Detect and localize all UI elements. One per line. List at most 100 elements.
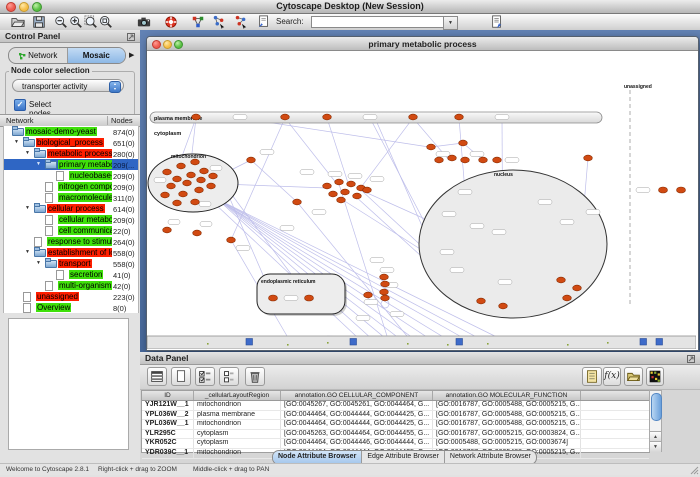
- create-network-icon[interactable]: [212, 15, 226, 29]
- tree-expand-icon[interactable]: ▼: [25, 249, 30, 255]
- col-go-cellular-component[interactable]: annotation.GO CELLULAR_COMPONENT: [281, 391, 433, 400]
- tree-row[interactable]: nitrogen compo209(0): [4, 181, 138, 192]
- tree-row[interactable]: secretion41(0): [4, 269, 138, 280]
- table-cell[interactable]: [581, 430, 649, 439]
- table-cell[interactable]: mitochondrion: [194, 401, 281, 410]
- tree-row[interactable]: ▼transport558(0): [4, 258, 138, 269]
- table-row[interactable]: YJR121W__1mitochondrion[GO:0045267, GO:0…: [142, 401, 649, 411]
- vizmapper-icon[interactable]: [191, 15, 205, 29]
- table-cell[interactable]: YPL036W__2: [142, 411, 194, 420]
- snapshot-icon[interactable]: [137, 15, 151, 29]
- table-cell[interactable]: YDR039C__1: [142, 449, 194, 458]
- tree-row[interactable]: unassigned223(0): [4, 291, 138, 302]
- table-cell[interactable]: YPL036W__1: [142, 420, 194, 429]
- table-cell[interactable]: [581, 411, 649, 420]
- zoom-selected-icon[interactable]: [84, 15, 98, 29]
- tree-row[interactable]: cellular metabo209(0): [4, 214, 138, 225]
- select-attributes-icon[interactable]: [195, 367, 215, 386]
- table-cell[interactable]: [GO:0045267, GO:0045261, GO:0044464, G..…: [281, 401, 433, 410]
- import-file-icon[interactable]: [490, 15, 504, 29]
- table-cell[interactable]: YLR295C: [142, 430, 194, 439]
- zoom-window-icon[interactable]: [32, 2, 42, 12]
- open-file-icon[interactable]: [11, 15, 25, 29]
- birds-eye-view[interactable]: [8, 318, 129, 450]
- attribute-table-icon[interactable]: [147, 367, 167, 386]
- table-cell[interactable]: plasma membrane: [194, 411, 281, 420]
- network-canvas[interactable]: plasma membrane cytoplasm mitochondrion …: [147, 52, 696, 349]
- table-cell[interactable]: cytoplasm: [194, 439, 281, 448]
- tree-row[interactable]: ▼cellular process614(0): [4, 203, 138, 214]
- close-window-icon[interactable]: [6, 2, 16, 12]
- tree-row[interactable]: ▼metabolic process280(0): [4, 148, 138, 159]
- tree-row[interactable]: mosaic-demo-yeast874(0): [4, 126, 138, 137]
- tree-expand-icon[interactable]: ▼: [25, 150, 30, 156]
- tree-header-divider[interactable]: [107, 116, 108, 125]
- unselect-attributes-icon[interactable]: [219, 367, 239, 386]
- tree-row[interactable]: ▼biological_process651(0): [4, 137, 138, 148]
- function-builder-icon[interactable]: f(x): [603, 367, 621, 386]
- minimize-window-icon[interactable]: [19, 2, 29, 12]
- tree-row[interactable]: ▼primary metabo209(...: [4, 159, 138, 170]
- network-window-titlebar[interactable]: primary metabolic process: [147, 37, 698, 51]
- node-color-dropdown[interactable]: transporter activity ▲▼: [12, 79, 124, 92]
- col-cellular-layout-region[interactable]: _cellularLayoutRegion: [194, 391, 281, 400]
- new-attribute-icon[interactable]: [171, 367, 191, 386]
- zoom-in-icon[interactable]: [69, 15, 83, 29]
- float-data-panel-icon[interactable]: [687, 355, 695, 363]
- tree-expand-icon[interactable]: ▼: [36, 161, 41, 167]
- network-window[interactable]: primary metabolic process: [146, 36, 699, 351]
- table-cell[interactable]: [GO:0016787, GO:0005488, GO:0005215, G..…: [433, 401, 581, 410]
- table-cell[interactable]: YJR121W__1: [142, 401, 194, 410]
- import-network-icon[interactable]: [234, 15, 248, 29]
- attribute-editor-icon[interactable]: [582, 367, 602, 386]
- table-row[interactable]: YLR295Ccytoplasm[GO:0045263, GO:0044464,…: [142, 430, 649, 440]
- tree-row[interactable]: response to stimulu264(0): [4, 236, 138, 247]
- matrix-icon[interactable]: [646, 367, 664, 386]
- scroll-down-icon[interactable]: ▼: [650, 441, 661, 452]
- frame-zoom-icon[interactable]: [174, 40, 183, 49]
- search-dropdown-icon[interactable]: ▼: [443, 16, 458, 30]
- scrollbar-thumb[interactable]: [651, 393, 662, 421]
- tree-expand-icon[interactable]: ▼: [14, 139, 19, 145]
- table-row[interactable]: YPL036W__1mitochondrion[GO:0044464, GO:0…: [142, 420, 649, 430]
- table-cell[interactable]: [581, 439, 649, 448]
- tab-network[interactable]: Network: [9, 48, 68, 63]
- save-icon[interactable]: [32, 15, 46, 29]
- table-cell[interactable]: mitochondrion: [194, 420, 281, 429]
- table-cell[interactable]: [GO:0016787, GO:0005488, GO:0005215, G..…: [433, 420, 581, 429]
- table-cell[interactable]: [GO:0005488, GO:0005215, GO:0003674]: [433, 439, 581, 448]
- col-id[interactable]: ID: [142, 391, 194, 400]
- table-cell[interactable]: YKR052C: [142, 439, 194, 448]
- tree-expand-icon[interactable]: ▼: [25, 205, 30, 211]
- table-cell[interactable]: cytoplasm: [194, 430, 281, 439]
- table-cell[interactable]: [GO:0044464, GO:0044444, GO:0044425, G..…: [281, 411, 433, 420]
- tree-row[interactable]: cell communicat22(0): [4, 225, 138, 236]
- table-cell[interactable]: [581, 401, 649, 410]
- delete-attribute-icon[interactable]: [245, 367, 265, 386]
- help-ring-icon[interactable]: [164, 15, 178, 29]
- data-table-scrollbar[interactable]: ▲ ▼: [649, 390, 662, 452]
- table-cell[interactable]: [581, 449, 649, 458]
- tree-row[interactable]: macromolecule311(0): [4, 192, 138, 203]
- tree-row[interactable]: nucleobase-209(0): [4, 170, 138, 181]
- tree-expand-icon[interactable]: ▼: [36, 260, 41, 266]
- frame-minimize-icon[interactable]: [163, 40, 172, 49]
- table-row[interactable]: YPL036W__2plasma membrane[GO:0044464, GO…: [142, 411, 649, 421]
- frame-close-icon[interactable]: [152, 40, 161, 49]
- tree-row[interactable]: Overview8(0): [4, 302, 138, 313]
- search-input[interactable]: [311, 16, 445, 28]
- tab-mosaic[interactable]: Mosaic: [68, 48, 126, 63]
- col-go-molecular-function[interactable]: annotation.GO MOLECULAR_FUNCTION: [433, 391, 581, 400]
- table-cell[interactable]: [GO:0044464, GO:0044446, GO:0044444, G..…: [281, 439, 433, 448]
- table-cell[interactable]: [GO:0045263, GO:0044464, GO:0044455, G..…: [281, 430, 433, 439]
- annotation-icon[interactable]: [257, 15, 271, 29]
- table-cell[interactable]: mitochondrion: [194, 449, 281, 458]
- tab-overflow-icon[interactable]: ▶: [129, 51, 134, 59]
- table-cell[interactable]: [GO:0044464, GO:0044444, GO:0044425, G..…: [281, 420, 433, 429]
- tree-row[interactable]: multi-organism pro42(0): [4, 280, 138, 291]
- import-attributes-icon[interactable]: [624, 367, 643, 386]
- table-cell[interactable]: [GO:0016787, GO:0005215, GO:0003824, G..…: [433, 430, 581, 439]
- zoom-out-icon[interactable]: [54, 15, 68, 29]
- float-panel-icon[interactable]: [127, 33, 135, 41]
- table-cell[interactable]: [GO:0016787, GO:0005488, GO:0005215, G..…: [433, 411, 581, 420]
